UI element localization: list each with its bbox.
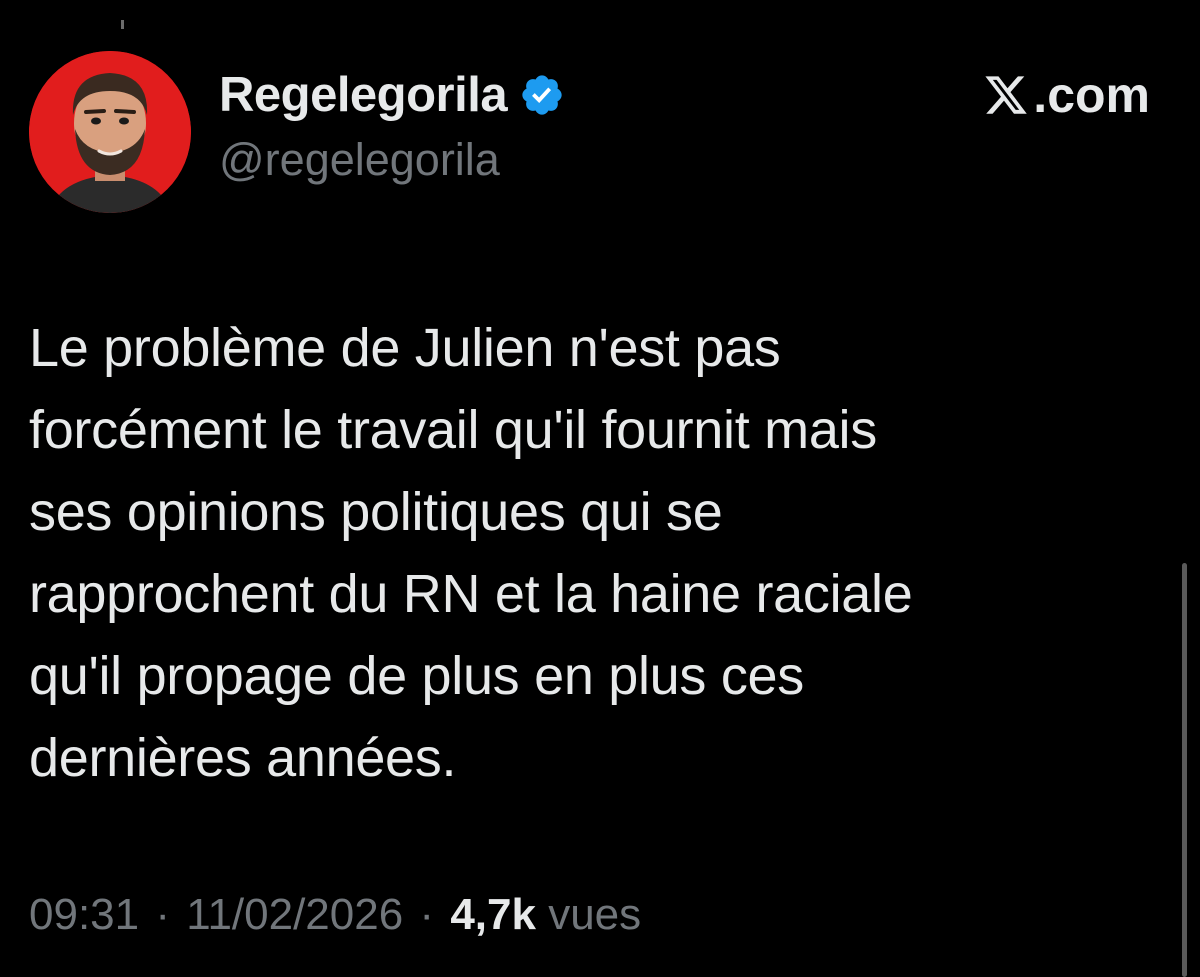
tweet-time[interactable]: 09:31 <box>29 890 139 939</box>
views-label: vues <box>548 890 642 939</box>
scrollbar[interactable] <box>1182 563 1187 977</box>
author-name-row: Regelegorila <box>219 64 565 126</box>
author-handle[interactable]: @regelegorila <box>219 134 500 186</box>
drag-indicator <box>121 20 124 29</box>
avatar-illustration <box>29 51 191 213</box>
brand-label: .com <box>1033 67 1150 123</box>
avatar[interactable] <box>29 51 191 213</box>
display-name[interactable]: Regelegorila <box>219 67 508 123</box>
x-logo-icon <box>983 72 1029 118</box>
tweet-text: Le problème de Julien n'est pas forcémen… <box>29 318 913 788</box>
meta-separator: · <box>155 890 170 939</box>
views-count[interactable]: 4,7k <box>450 890 536 939</box>
tweet-date[interactable]: 11/02/2026 <box>186 890 403 939</box>
verified-badge-icon <box>519 72 565 118</box>
meta-separator: · <box>419 890 435 939</box>
tweet-meta: 09:31 · 11/02/2026 · 4,7k vues <box>29 882 641 948</box>
tweet-card: Regelegorila @regelegorila .com Le probl… <box>0 0 1200 977</box>
brand-watermark: .com <box>983 64 1150 126</box>
